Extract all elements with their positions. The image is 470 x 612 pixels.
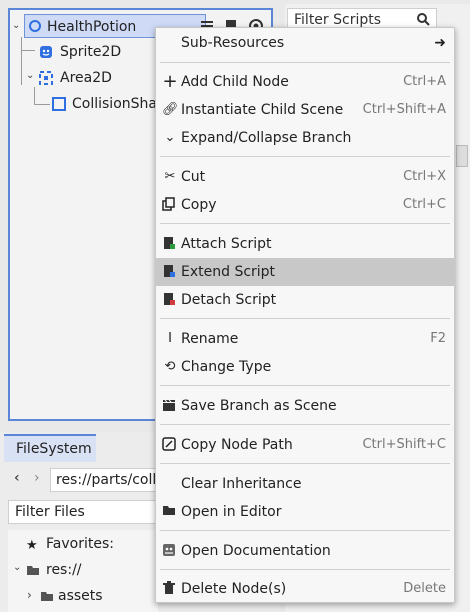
tree-guide-line	[21, 50, 35, 51]
menu-item-cut[interactable]: ✂ Cut Ctrl+X	[156, 163, 454, 191]
menu-item-shortcut: Ctrl+A	[403, 74, 446, 89]
menu-item-label: Delete Node(s)	[181, 581, 287, 597]
menu-item-shortcut: Ctrl+Shift+A	[362, 102, 446, 117]
menu-item-label: Copy Node Path	[181, 437, 293, 453]
node-label: CollisionShap	[72, 96, 166, 112]
menu-item-label: Attach Script	[181, 236, 272, 252]
node-label: Sprite2D	[60, 44, 122, 60]
tree-guide-line	[34, 104, 50, 105]
text-cursor-icon: I	[168, 331, 172, 346]
copy-icon	[162, 197, 178, 213]
search-icon	[416, 12, 430, 26]
menu-separator	[160, 318, 450, 319]
menu-item-rename[interactable]: I Rename F2	[156, 325, 454, 353]
menu-item-clear-inheritance[interactable]: Clear Inheritance	[156, 470, 454, 498]
node-path-icon	[162, 437, 178, 453]
sprite2d-icon	[39, 45, 53, 59]
menu-item-expand-collapse-branch[interactable]: ⌄ Expand/Collapse Branch	[156, 124, 454, 152]
menu-item-label: Open Documentation	[181, 543, 331, 559]
menu-item-detach-script[interactable]: Detach Script	[156, 286, 454, 314]
folder-icon	[26, 564, 40, 576]
panel-resize-handle[interactable]	[456, 145, 468, 167]
menu-separator	[160, 569, 450, 570]
clapperboard-icon	[162, 398, 178, 414]
menu-separator	[160, 62, 450, 63]
menu-separator	[160, 156, 450, 157]
filter-files-input[interactable]: Filter Files	[8, 500, 158, 524]
folder-label[interactable]: assets	[58, 588, 103, 604]
menu-separator	[160, 424, 450, 425]
forward-arrow-icon[interactable]: ›	[34, 470, 40, 486]
trash-icon	[162, 581, 178, 597]
menu-separator	[160, 385, 450, 386]
collapse-arrow-icon[interactable]: ⌄	[12, 18, 22, 34]
filesystem-tree: ★ Favorites: ⌄ res:// › assets	[8, 530, 158, 612]
menu-separator	[160, 530, 450, 531]
scissors-icon: ✂	[164, 169, 176, 184]
menu-item-label: Extend Script	[181, 264, 276, 280]
menu-item-change-type[interactable]: ⟲ Change Type	[156, 353, 454, 381]
star-icon: ★	[26, 538, 38, 553]
favorites-label[interactable]: Favorites:	[46, 536, 114, 552]
menu-item-shortcut: Delete	[403, 581, 446, 596]
menu-item-label: Expand/Collapse Branch	[181, 130, 352, 146]
tree-guide-line	[34, 87, 35, 105]
link-icon: 🔗︎	[162, 102, 179, 117]
menu-separator	[160, 223, 450, 224]
expand-arrow-icon[interactable]: ›	[27, 588, 32, 602]
menu-item-shortcut: Ctrl+C	[402, 197, 446, 212]
path-field[interactable]: res://parts/colle	[50, 468, 160, 492]
collisionshape-icon	[52, 97, 66, 111]
node-label: Area2D	[60, 70, 112, 86]
menu-item-instantiate-child-scene[interactable]: 🔗︎ Instantiate Child Scene Ctrl+Shift+A	[156, 96, 454, 124]
collapse-arrow-icon[interactable]: ⌄	[26, 70, 36, 81]
tree-guide-line	[21, 37, 22, 85]
node-label: HealthPotion	[47, 19, 137, 35]
script-remove-icon	[162, 292, 178, 308]
menu-item-save-branch-as-scene[interactable]: Save Branch as Scene	[156, 392, 454, 420]
submenu-arrow-icon: ➜	[434, 35, 446, 51]
script-add-icon	[162, 236, 178, 252]
context-menu: Sub-Resources ➜ + Add Child Node Ctrl+A …	[155, 27, 455, 603]
back-arrow-icon[interactable]: ‹	[14, 470, 20, 486]
menu-item-label: Cut	[181, 169, 206, 185]
folder-icon	[162, 504, 178, 520]
menu-item-open-documentation[interactable]: Open Documentation	[156, 537, 454, 565]
help-icon	[162, 543, 178, 559]
reload-icon: ⟲	[164, 359, 176, 374]
menu-item-shortcut: F2	[430, 331, 446, 346]
menu-item-label: Copy	[181, 197, 217, 213]
collapse-arrow-icon[interactable]: ⌄	[13, 562, 21, 573]
menu-item-label: Add Child Node	[181, 74, 289, 90]
menu-item-shortcut: Ctrl+X	[403, 169, 446, 184]
menu-item-attach-script[interactable]: Attach Script	[156, 230, 454, 258]
script-extend-icon	[162, 264, 178, 280]
add-icon: +	[162, 71, 178, 92]
node3d-icon	[28, 19, 42, 33]
chevron-down-icon: ⌄	[164, 130, 176, 145]
menu-item-copy-node-path[interactable]: Copy Node Path Ctrl+Shift+C	[156, 431, 454, 459]
menu-item-label: Instantiate Child Scene	[181, 102, 344, 118]
tab-filesystem[interactable]: FileSystem	[4, 434, 96, 462]
menu-item-label: Open in Editor	[181, 504, 282, 520]
menu-item-sub-resources[interactable]: Sub-Resources ➜	[156, 29, 454, 57]
menu-item-copy[interactable]: Copy Ctrl+C	[156, 191, 454, 219]
menu-item-label: Change Type	[181, 359, 272, 375]
menu-item-open-in-editor[interactable]: Open in Editor	[156, 498, 454, 526]
menu-separator	[160, 463, 450, 464]
area2d-icon	[39, 71, 53, 85]
menu-item-extend-script[interactable]: Extend Script	[156, 258, 454, 286]
menu-item-label: Detach Script	[181, 292, 277, 308]
menu-item-label: Rename	[181, 331, 239, 347]
menu-item-delete-nodes[interactable]: Delete Node(s) Delete	[156, 575, 454, 603]
menu-item-label: Clear Inheritance	[181, 476, 302, 492]
menu-item-label: Save Branch as Scene	[181, 398, 337, 414]
folder-label[interactable]: res://	[46, 562, 82, 578]
menu-item-label: Sub-Resources	[181, 35, 285, 51]
folder-icon	[40, 590, 54, 602]
menu-item-add-child-node[interactable]: + Add Child Node Ctrl+A	[156, 68, 454, 96]
menu-item-shortcut: Ctrl+Shift+C	[362, 437, 446, 452]
